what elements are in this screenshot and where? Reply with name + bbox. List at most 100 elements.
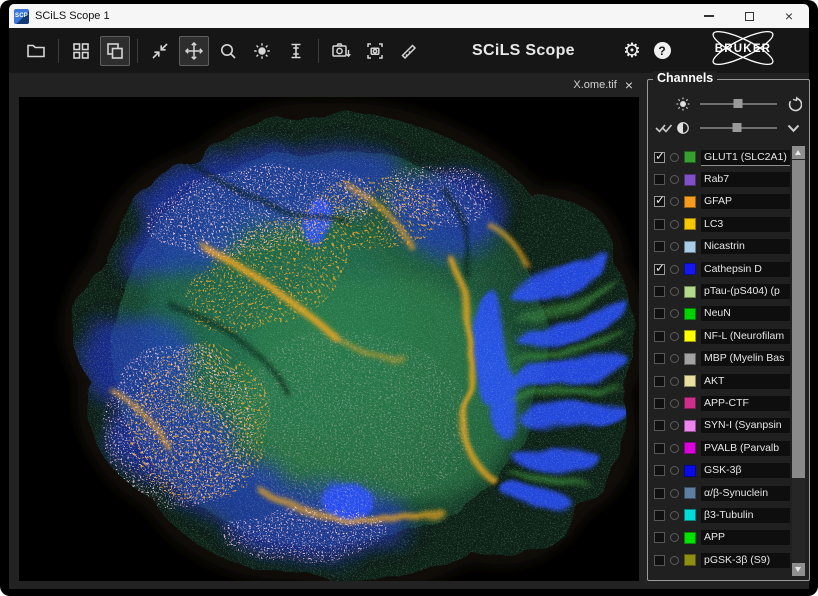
scrollbar-thumb[interactable] [792,160,805,478]
channel-color-swatch[interactable] [684,465,696,477]
channel-visibility-checkbox[interactable] [654,398,665,409]
channel-solo-radio[interactable] [670,242,679,251]
select-all-button[interactable] [654,122,674,134]
channel-color-swatch[interactable] [684,353,696,365]
channel-visibility-checkbox[interactable] [654,510,665,521]
channel-row[interactable]: MBP (Myelin Bas [652,348,805,370]
channel-solo-radio[interactable] [670,466,679,475]
channel-color-swatch[interactable] [684,286,696,298]
channel-row[interactable]: β3-Tubulin [652,504,805,526]
scroll-up-button[interactable] [792,146,805,159]
channel-visibility-checkbox[interactable] [654,286,665,297]
brightness-slider[interactable] [700,103,777,105]
channel-visibility-checkbox[interactable] [654,488,665,499]
tab-close-icon[interactable]: × [625,78,633,92]
tile-view-button[interactable] [66,36,96,66]
channel-solo-radio[interactable] [670,444,679,453]
channel-color-swatch[interactable] [684,330,696,342]
channel-visibility-checkbox[interactable]: ✓ [654,264,665,275]
channel-color-swatch[interactable] [684,196,696,208]
minimize-button[interactable] [689,4,729,28]
channel-list-scrollbar[interactable] [792,146,805,576]
channel-solo-radio[interactable] [670,265,679,274]
channel-visibility-checkbox[interactable] [654,420,665,431]
channel-solo-radio[interactable] [670,287,679,296]
channel-row[interactable]: α/β-Synuclein [652,482,805,504]
close-button[interactable]: × [769,4,809,28]
channel-row[interactable]: PVALB (Parvalb [652,437,805,459]
channel-row[interactable]: ✓ Cathepsin D [652,258,805,280]
reset-button[interactable] [785,96,803,112]
channel-row[interactable]: SYN-I (Syanpsin [652,415,805,437]
maximize-button[interactable] [729,4,769,28]
fit-to-window-button[interactable] [145,36,175,66]
measure-tool-button[interactable] [394,36,424,66]
scroll-down-button[interactable] [792,563,805,576]
open-file-button[interactable] [21,36,51,66]
channel-color-swatch[interactable] [684,420,696,432]
channel-color-swatch[interactable] [684,487,696,499]
channel-row[interactable]: NeuN [652,303,805,325]
channel-visibility-checkbox[interactable] [654,555,665,566]
collapse-panel-button[interactable] [785,123,803,134]
channel-solo-radio[interactable] [670,511,679,520]
channel-row[interactable]: AKT [652,370,805,392]
channel-row[interactable]: LC3 [652,213,805,235]
channel-visibility-checkbox[interactable] [654,376,665,387]
channel-solo-radio[interactable] [670,421,679,430]
channel-color-swatch[interactable] [684,174,696,186]
channel-visibility-checkbox[interactable]: ✓ [654,152,665,163]
channel-color-swatch[interactable] [684,151,696,163]
channel-color-swatch[interactable] [684,218,696,230]
channel-solo-radio[interactable] [670,354,679,363]
image-viewer[interactable] [19,97,639,581]
channel-solo-radio[interactable] [670,377,679,386]
channel-color-swatch[interactable] [684,308,696,320]
channel-row[interactable]: Nicastrin [652,236,805,258]
tab-x-ome-tif[interactable]: X.ome.tif [573,79,616,91]
contrast-slider[interactable] [700,127,777,129]
channel-row[interactable]: ✓ GFAP [652,191,805,213]
channel-color-swatch[interactable] [684,532,696,544]
pan-tool-button[interactable] [179,36,209,66]
channel-solo-radio[interactable] [670,153,679,162]
settings-button[interactable]: ⚙ [619,38,645,64]
help-button[interactable]: ? [649,38,675,64]
channel-solo-radio[interactable] [670,399,679,408]
channel-color-swatch[interactable] [684,241,696,253]
channel-visibility-checkbox[interactable] [654,353,665,364]
channel-color-swatch[interactable] [684,397,696,409]
channel-solo-radio[interactable] [670,309,679,318]
channel-row[interactable]: NF-L (Neurofilam [652,325,805,347]
channel-row[interactable]: GSK-3β [652,459,805,481]
channel-color-swatch[interactable] [684,375,696,387]
channel-visibility-checkbox[interactable] [654,465,665,476]
brightness-tool-button[interactable] [247,36,277,66]
channel-solo-radio[interactable] [670,332,679,341]
channel-solo-radio[interactable] [670,220,679,229]
channel-solo-radio[interactable] [670,175,679,184]
channel-row[interactable]: ✓ GLUT1 (SLC2A1) [652,146,805,168]
channel-visibility-checkbox[interactable]: ✓ [654,196,665,207]
channel-visibility-checkbox[interactable] [654,532,665,543]
channel-color-swatch[interactable] [684,509,696,521]
channel-color-swatch[interactable] [684,263,696,275]
channel-row[interactable]: APP-CTF [652,392,805,414]
channel-visibility-checkbox[interactable] [654,331,665,342]
channel-visibility-checkbox[interactable] [654,308,665,319]
overlay-view-button[interactable] [100,36,130,66]
contrast-range-button[interactable] [281,36,311,66]
channel-color-swatch[interactable] [684,554,696,566]
export-image-button[interactable] [326,36,356,66]
channel-solo-radio[interactable] [670,533,679,542]
channel-color-swatch[interactable] [684,442,696,454]
zoom-tool-button[interactable] [213,36,243,66]
channel-visibility-checkbox[interactable] [654,241,665,252]
channel-row[interactable]: APP [652,527,805,549]
channel-solo-radio[interactable] [670,489,679,498]
contrast-slider-handle[interactable] [732,123,741,132]
channel-solo-radio[interactable] [670,197,679,206]
channel-visibility-checkbox[interactable] [654,443,665,454]
brightness-slider-handle[interactable] [734,99,743,108]
channel-row[interactable]: Rab7 [652,168,805,190]
